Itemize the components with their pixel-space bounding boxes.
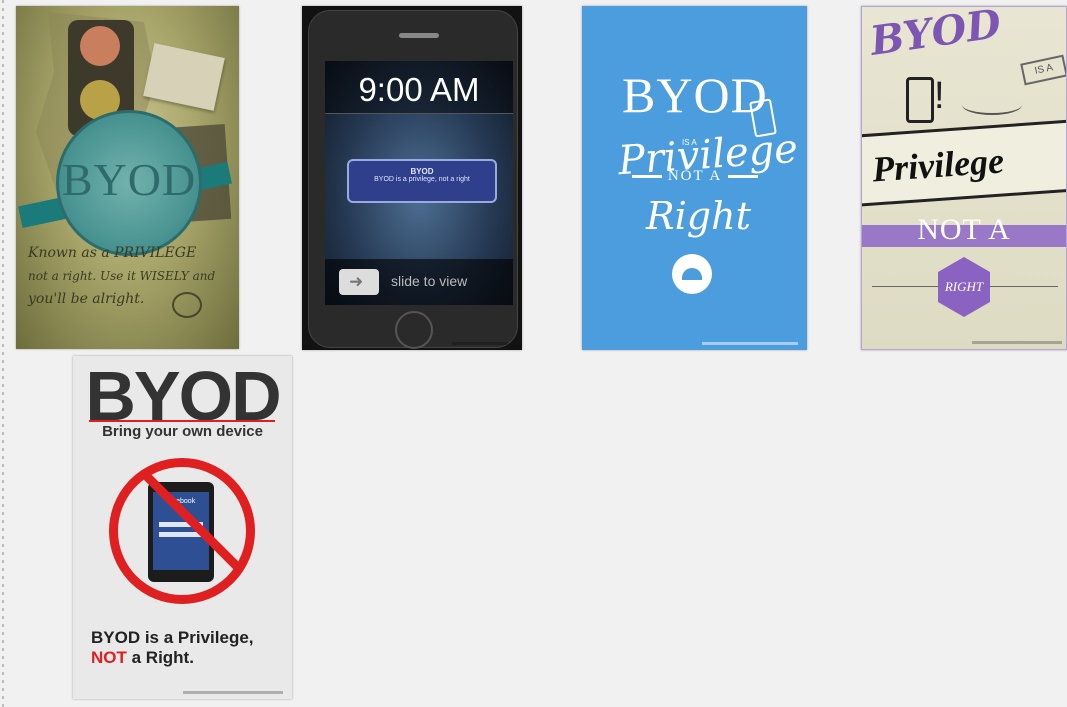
not-a-text: NOT A [620, 168, 770, 185]
poster-subtitle: Bring your own device [102, 423, 263, 440]
clock-text: 9:00 AM [358, 71, 480, 108]
arrow-right-icon: ➜ [349, 272, 364, 291]
footer-credit [972, 341, 1062, 344]
not-a-text: NOT A [917, 213, 1011, 246]
notification-title: BYOD [410, 167, 434, 176]
speaker-grille [399, 33, 439, 38]
red-lamp [80, 26, 120, 66]
poster-title: BYOD [867, 6, 1004, 65]
tagline-line: not a right. Use it WISELY and [28, 269, 216, 283]
poster-purple[interactable]: BYOD IS A ! Privilege NOT A RIGHT [861, 6, 1067, 350]
poster-message: BYOD is a Privilege, NOT a Right. [91, 628, 254, 668]
left-edge-divider [2, 0, 4, 707]
logo-icon [672, 254, 712, 294]
badge-circle: BYOD [56, 110, 202, 256]
privilege-banner: Privilege [862, 119, 1066, 207]
lock-screen: 9:00 AM BYOD BYOD is a privilege, not a … [325, 61, 513, 305]
hexagon-badge: RIGHT [938, 257, 990, 317]
message-rest: a Right. [126, 648, 194, 667]
footer-credit [183, 691, 283, 694]
home-button-icon [395, 311, 433, 349]
slider-knob: ➜ [339, 269, 379, 295]
right-text: RIGHT [944, 279, 984, 294]
phone-icon [906, 77, 934, 123]
poster-iphone[interactable]: 9:00 AM BYOD BYOD is a privilege, not a … [302, 6, 522, 350]
exclamation-icon: ! [934, 75, 945, 117]
iphone-frame: 9:00 AM BYOD BYOD is a privilege, not a … [308, 10, 518, 349]
notification-body: BYOD is a privilege, not a right [374, 176, 470, 183]
poster-prohibition[interactable]: BYOD Bring your own device facebook BYOD… [73, 356, 292, 699]
paper-card [143, 43, 225, 111]
footer-credit [452, 342, 508, 345]
right-text: Right [646, 194, 751, 238]
tagline-line: Known as a PRIVILEGE [28, 245, 197, 261]
is-a-text: IS A [682, 138, 697, 147]
notification-box: BYOD BYOD is a privilege, not a right [347, 159, 497, 203]
message-line-2: NOT a Right. [91, 648, 254, 668]
poster-title: BYOD [622, 67, 768, 123]
poster-traffic-light[interactable]: BYOD Known as a PRIVILEGE not a right. U… [16, 6, 239, 349]
clock-bar: 9:00 AM [325, 61, 513, 114]
swirl-decoration [962, 95, 1022, 115]
footer-credit [702, 342, 798, 345]
stamp-icon [172, 292, 202, 318]
message-line: BYOD is a Privilege, [91, 628, 254, 647]
slider-text: slide to view [391, 273, 468, 289]
is-a-text: IS A [1020, 54, 1066, 86]
not-word: NOT [91, 648, 127, 667]
prohibition-circle-icon [109, 458, 255, 604]
poster-title: BYOD [61, 154, 197, 205]
poster-blue[interactable]: BYOD Privilege IS A NOT A Right [582, 6, 807, 350]
unlock-slider: ➜ slide to view [325, 259, 513, 305]
red-underline [89, 420, 275, 422]
privilege-text: Privilege [870, 140, 1006, 190]
